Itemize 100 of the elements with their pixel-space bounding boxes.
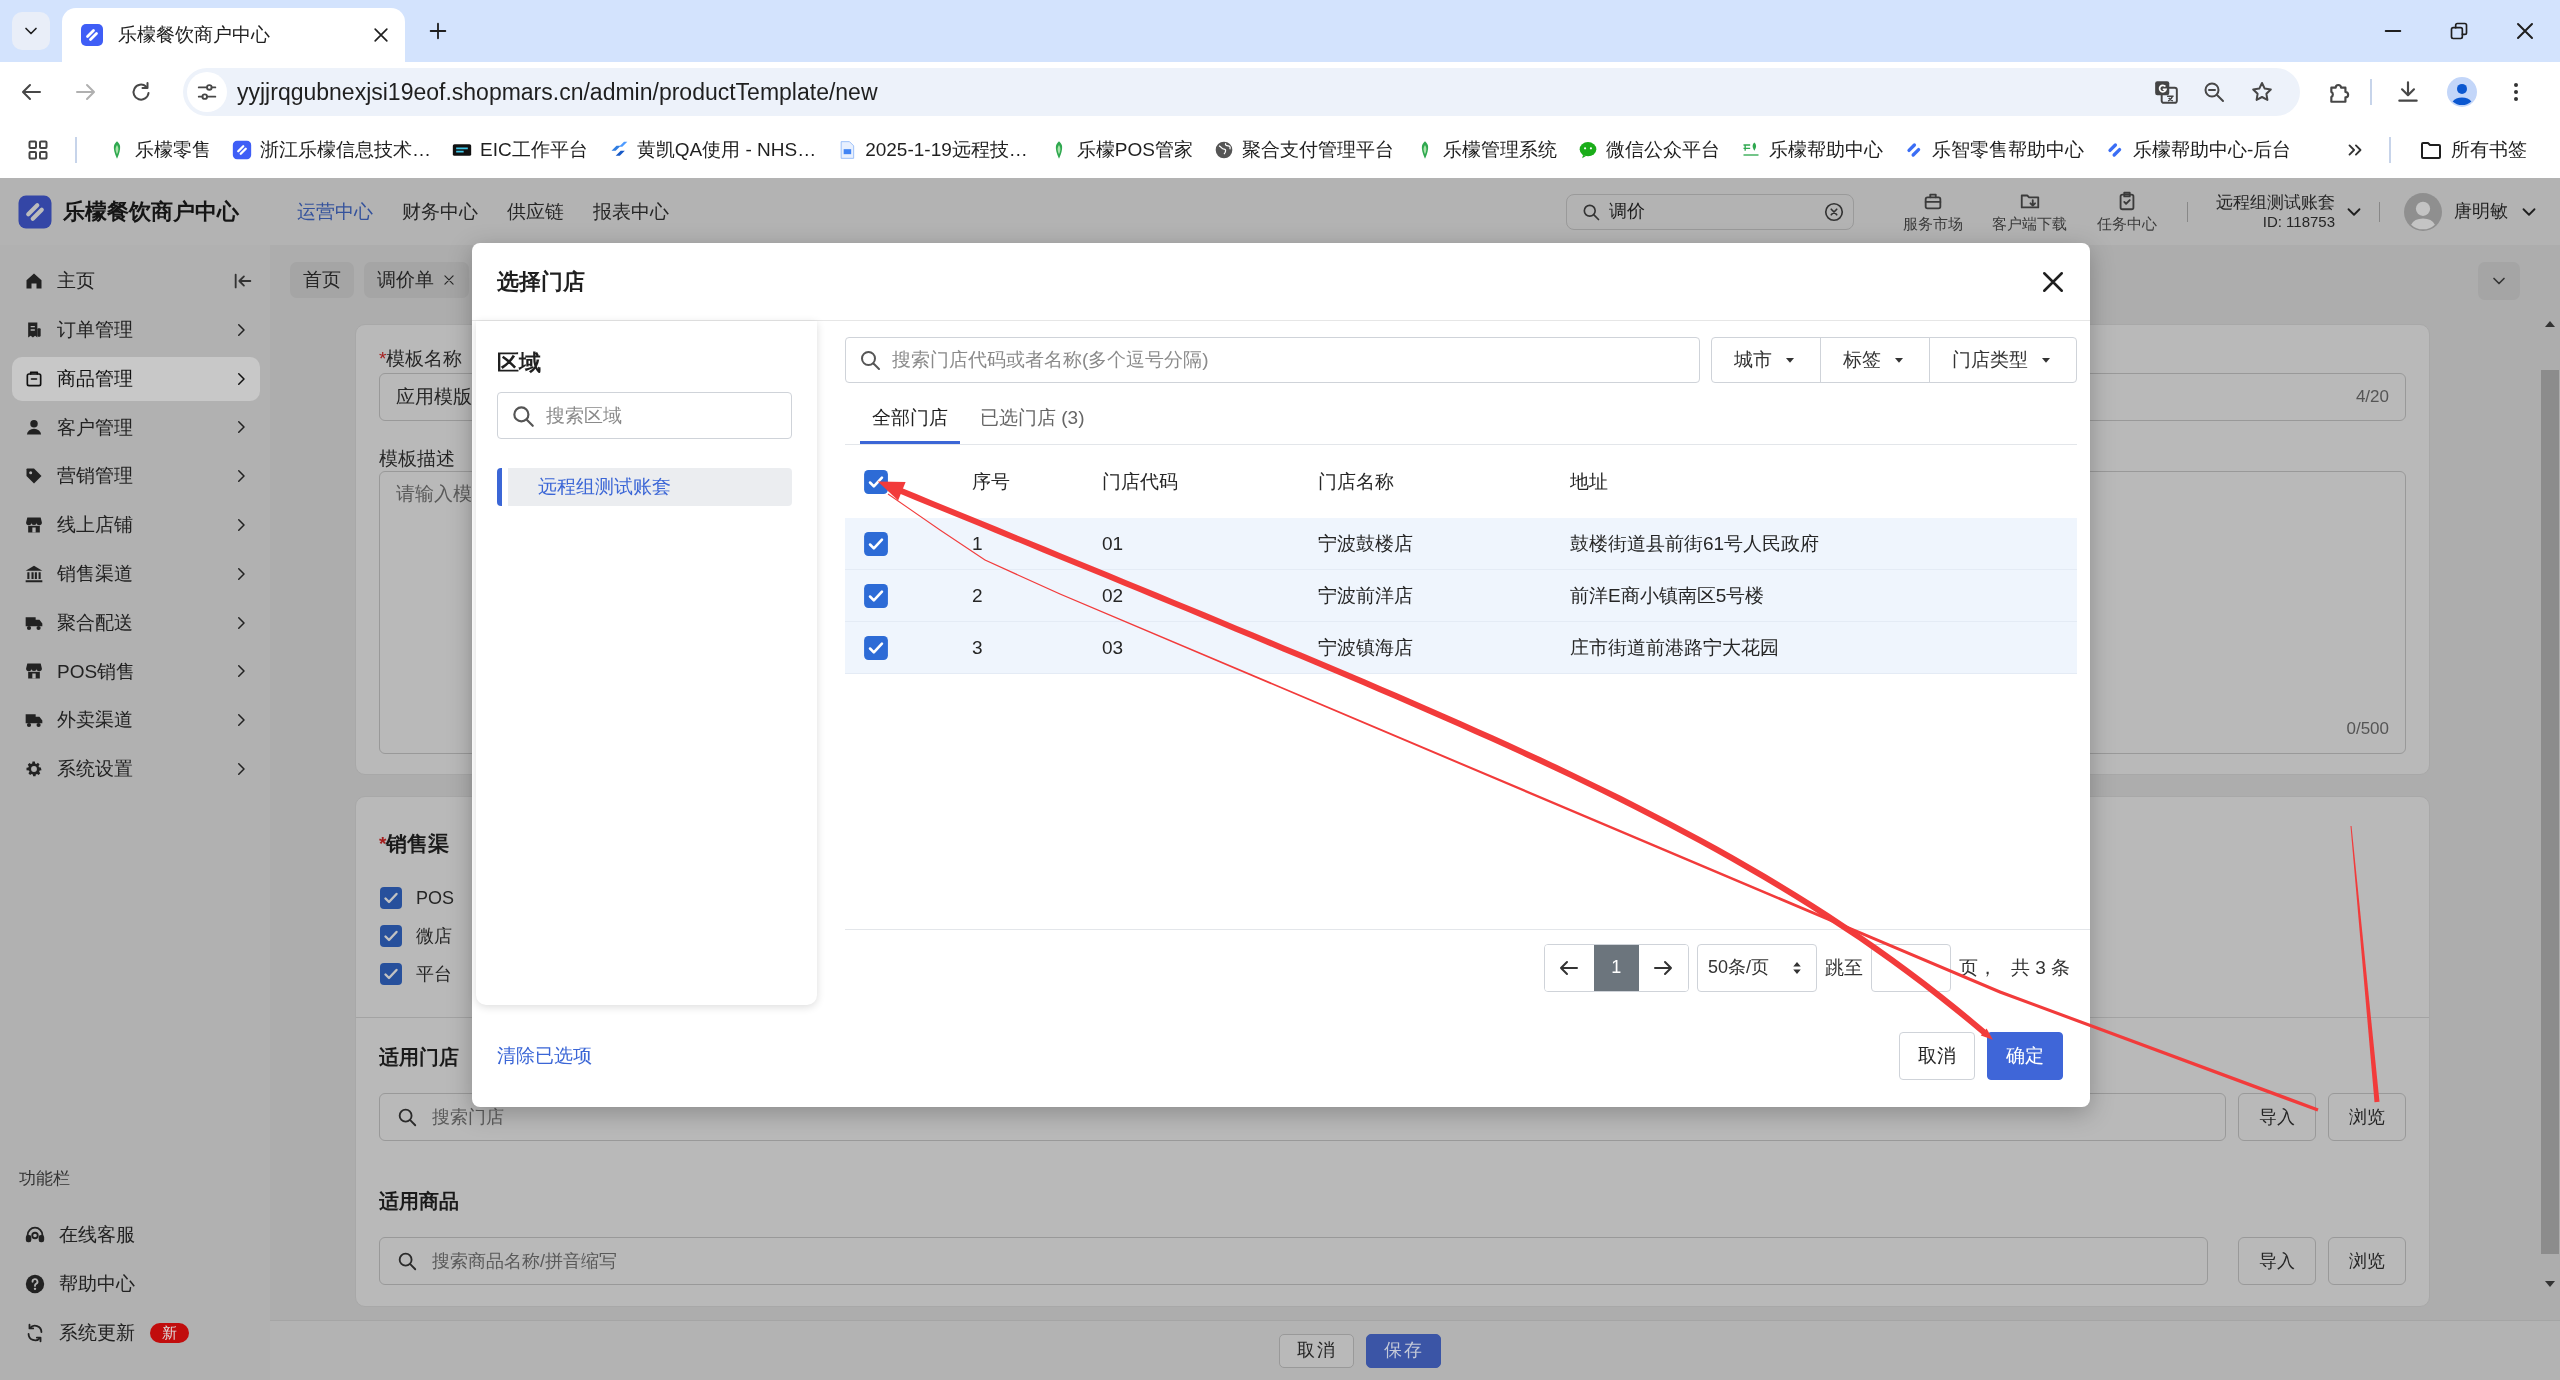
bookmark-link[interactable]: 乐智零售帮助中心 [1895, 138, 2092, 162]
browse-button[interactable]: 浏览 [2328, 1093, 2406, 1141]
clear-icon[interactable] [1823, 200, 1845, 223]
bookmark-link[interactable]: 浙江乐檬信息技术… [224, 138, 439, 162]
sidebar-item[interactable]: 销售渠道 [12, 551, 260, 596]
nav-tab[interactable]: 报表中心 [593, 199, 669, 224]
tab[interactable]: 已选门店 (3) [968, 395, 1097, 444]
bookmark-link[interactable]: 微信公众平台 [1569, 138, 1728, 162]
new-tab-icon[interactable] [427, 20, 449, 42]
sidebar-item[interactable]: 线上店铺 [12, 503, 260, 547]
header-tool-button[interactable]: 客户端下载 [1981, 189, 2078, 234]
clear-selection-link[interactable]: 清除已选项 [497, 1044, 592, 1068]
import-button[interactable]: 导入 [2238, 1237, 2316, 1285]
bookmark-folder-link[interactable]: 所有书签 [2411, 138, 2535, 162]
bookmark-link[interactable]: 聚合支付管理平台 [1205, 138, 1402, 162]
filter-dropdown[interactable]: 标签 [1820, 337, 1930, 383]
nav-tab[interactable]: 供应链 [507, 199, 564, 224]
close-icon[interactable] [371, 25, 391, 45]
star-icon[interactable] [2250, 80, 2274, 104]
search-field[interactable]: 搜索区域 [497, 392, 792, 439]
sidebar-item[interactable]: 帮助中心 [12, 1262, 260, 1306]
cancel-button[interactable]: 取消 [1899, 1032, 1975, 1080]
restore-icon[interactable] [2449, 21, 2469, 41]
bookmark-link[interactable]: 2025-1-19远程技… [829, 138, 1036, 162]
field-label: 模板名称 [386, 347, 463, 371]
app-title: 乐檬餐饮商户中心 [63, 197, 239, 226]
section-title: 销售渠 [386, 832, 450, 856]
bookmark-link[interactable]: EIC工作平台 [444, 138, 596, 162]
table-row[interactable]: 1 01 宁波鼓楼店 鼓楼街道县前街61号人民政府 [845, 518, 2077, 570]
cancel-button[interactable]: 取消 [1279, 1333, 1354, 1368]
sidebar-item[interactable]: 在线客服 [12, 1213, 260, 1257]
user-name[interactable]: 唐明敏 [2454, 200, 2508, 223]
sidebar-item[interactable]: 营销管理 [12, 454, 260, 499]
bookmark-link[interactable]: 黄凯QA使用 - NHS… [600, 138, 825, 162]
table-cell: 宁波前洋店 [1318, 584, 1413, 606]
sidebar-item[interactable]: 订单管理 [12, 307, 260, 352]
checkbox[interactable] [379, 962, 403, 986]
search-field[interactable]: 调价 [1566, 193, 1854, 230]
sidebar-item[interactable]: POS销售 [12, 649, 260, 694]
table-row[interactable]: 3 03 宁波镇海店 庄市街道前港路宁大花园 [845, 622, 2077, 674]
sidebar-item[interactable]: 系统更新 新 [12, 1311, 260, 1355]
checkbox-label[interactable]: 平台 [416, 962, 452, 986]
bookmark-link[interactable]: 乐檬帮助中心 [1732, 138, 1891, 162]
search-field[interactable]: 搜索门店代码或者名称(多个逗号分隔) [845, 337, 1700, 383]
section-title: 适用商品 [379, 1190, 459, 1212]
header-tool-button[interactable]: 服务市场 [1884, 189, 1981, 234]
checkbox[interactable] [379, 886, 403, 910]
bookmark-link[interactable]: 乐檬管理系统 [1406, 138, 1565, 162]
bookmark-link[interactable]: 乐檬POS管家 [1040, 138, 1201, 162]
address-bar[interactable]: yyjjrqgubnexjsi19eof.shopmars.cn/admin/productTemplate/new [183, 68, 2300, 116]
header-tool-button[interactable]: 任务中心 [2078, 189, 2175, 234]
checkbox[interactable] [863, 530, 889, 557]
building-icon [24, 563, 44, 584]
page-button[interactable]: 1 [1593, 944, 1639, 991]
translate-icon[interactable] [2153, 79, 2179, 105]
zoom-out-icon[interactable] [2202, 80, 2226, 104]
page-tab[interactable]: 调价单 [364, 262, 469, 298]
table-row[interactable]: 2 02 宁波前洋店 前洋E商小镇南区5号楼 [845, 570, 2077, 622]
table-cell: 前洋E商小镇南区5号楼 [1570, 584, 1765, 606]
checkbox-label[interactable]: POS [416, 886, 454, 910]
tab[interactable]: 全部门店 [860, 395, 960, 444]
search-field[interactable]: 搜索商品名称/拼音缩写 [379, 1237, 2208, 1285]
bookmark-link[interactable]: 乐檬帮助中心-后台 [2096, 138, 2300, 162]
logo-icon [80, 23, 104, 47]
checkbox-label[interactable]: 微店 [416, 924, 452, 948]
table-cell: 鼓楼街道县前街61号人民政府 [1570, 532, 1820, 554]
region-item[interactable]: 远程组测试账套 [497, 468, 792, 506]
browse-button[interactable]: 浏览 [2328, 1237, 2406, 1285]
save-button[interactable]: 保存 [1366, 1333, 1441, 1368]
browser-tab[interactable]: 乐檬餐饮商户中心 [62, 8, 405, 62]
page-tab[interactable]: 首页 [290, 262, 354, 298]
sidebar-item[interactable]: 外卖渠道 [12, 698, 260, 743]
scrollbar-thumb[interactable] [2541, 370, 2559, 1254]
import-button[interactable]: 导入 [2238, 1093, 2316, 1141]
sidebar-item[interactable]: 客户管理 [12, 405, 260, 450]
tune-icon[interactable] [187, 72, 227, 112]
sidebar-item[interactable]: 聚合配送 [12, 600, 260, 645]
download-icon[interactable] [2395, 79, 2421, 105]
checkbox[interactable] [379, 924, 403, 948]
bookmark-link[interactable]: 乐檬零售 [99, 138, 219, 162]
sidebar-item[interactable]: 商品管理 [12, 356, 260, 401]
storefront-icon [24, 661, 44, 682]
checkbox[interactable] [863, 469, 889, 495]
apps-grid-icon[interactable] [26, 138, 50, 162]
page-size-select[interactable]: 50条/页 [1696, 943, 1817, 992]
confirm-button[interactable]: 确定 [1987, 1032, 2063, 1080]
checkbox[interactable] [863, 582, 889, 609]
nav-tab[interactable]: 运营中心 [297, 199, 373, 224]
table-cell: 庄市街道前港路宁大花园 [1570, 636, 1779, 658]
help-icon [24, 1273, 46, 1295]
character-counter: 4/20 [2355, 386, 2389, 408]
sidebar-item[interactable]: 系统设置 [12, 746, 260, 791]
filter-dropdown[interactable]: 门店类型 [1929, 337, 2077, 383]
nav-tab[interactable]: 财务中心 [402, 199, 478, 224]
account-name[interactable]: 远程组测试账套 [2216, 192, 2335, 212]
sidebar-item[interactable]: 主页 [12, 259, 228, 303]
close-icon[interactable] [442, 273, 456, 287]
filter-dropdown[interactable]: 城市 [1711, 337, 1821, 383]
profile-icon[interactable] [2447, 77, 2477, 107]
checkbox[interactable] [863, 634, 889, 661]
